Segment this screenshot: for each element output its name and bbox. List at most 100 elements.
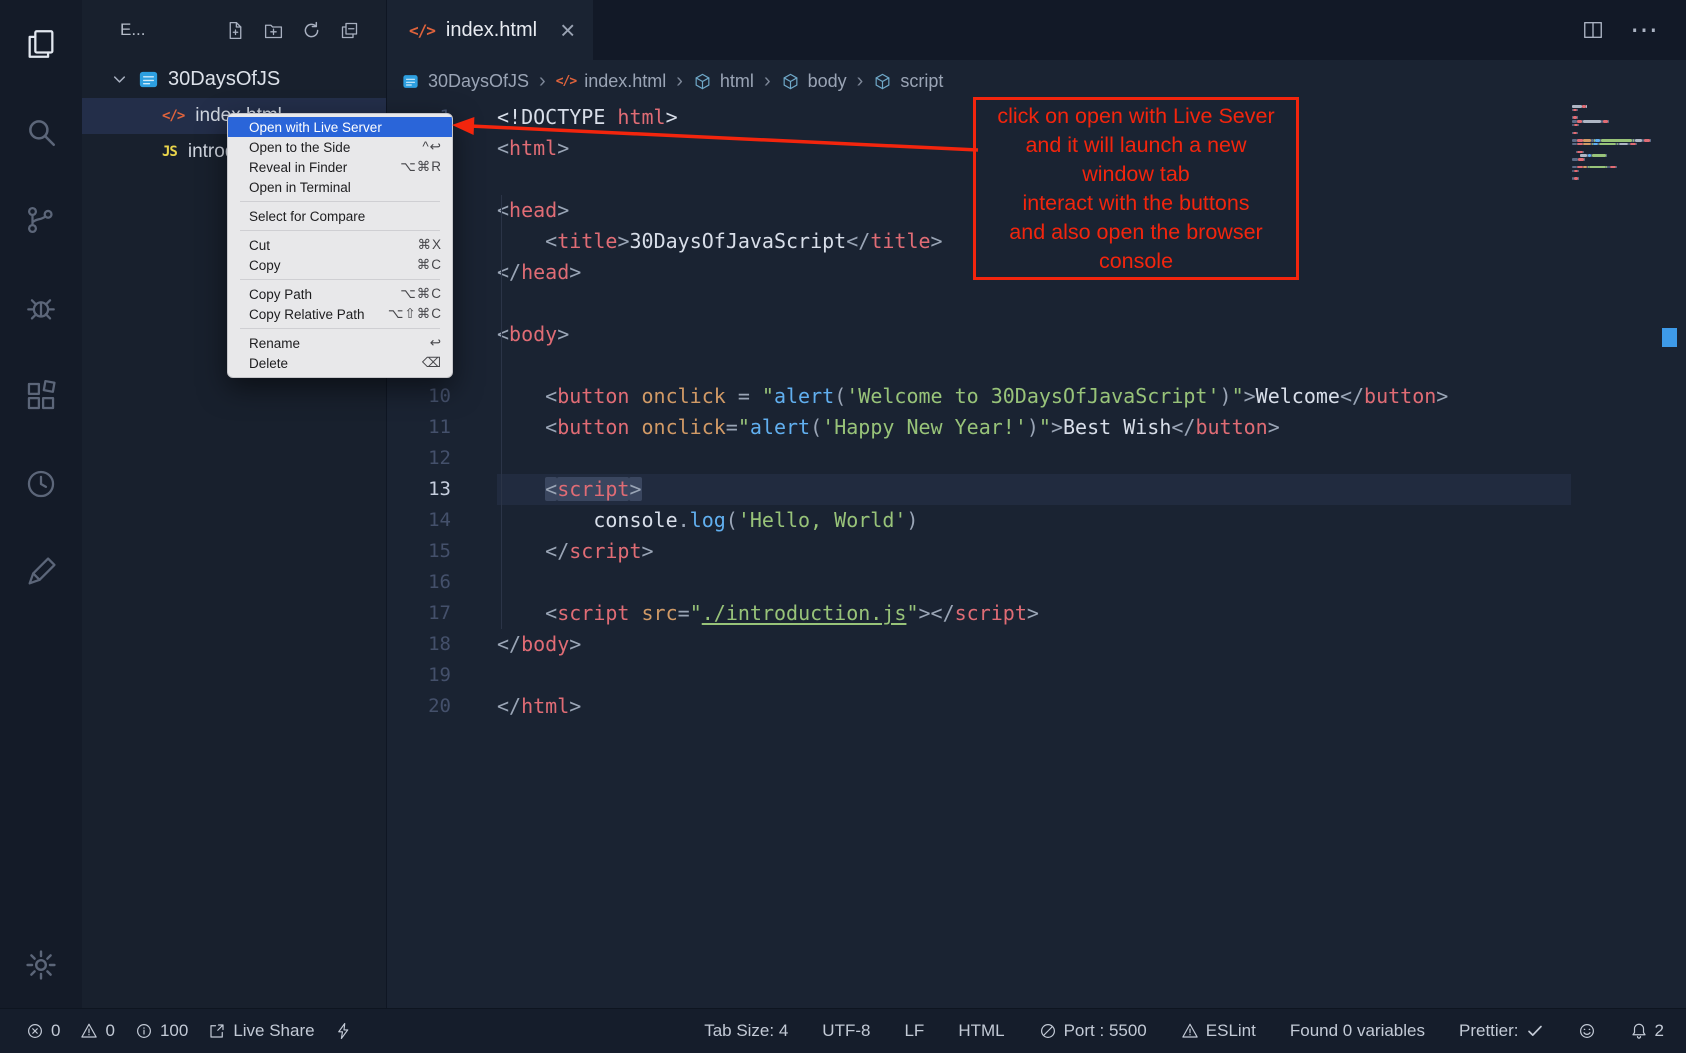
code-line-12 — [497, 443, 1571, 474]
activity-item-timeline[interactable] — [22, 465, 60, 503]
status-bar: 00 100 Live Share Tab Size: 4 UTF-8 LF HTML Po… — [0, 1008, 1686, 1053]
html-file-icon: </> — [409, 21, 435, 40]
code-line-19 — [497, 660, 1571, 691]
cube-icon — [693, 72, 712, 91]
tree-item-root-folder[interactable]: 30DaysOfJS — [82, 60, 386, 98]
activity-item-run-and-debug[interactable] — [22, 289, 60, 327]
menu-item-open-in-terminal[interactable]: Open in Terminal — [228, 177, 452, 197]
status-live-server-port[interactable]: Port : 5500 — [1039, 1021, 1147, 1041]
status-eol[interactable]: LF — [904, 1021, 924, 1041]
annotation-line: window tab — [1082, 160, 1190, 189]
code-line-10: <button onclick = "alert('Welcome to 30D… — [497, 381, 1571, 412]
status-encoding[interactable]: UTF-8 — [822, 1021, 870, 1041]
git-icon — [24, 203, 58, 237]
extensions-icon — [24, 379, 58, 413]
status-tab-size[interactable]: Tab Size: 4 — [704, 1021, 788, 1041]
more-actions-icon[interactable]: ⋯ — [1630, 16, 1658, 44]
activity-item-extensions[interactable] — [22, 377, 60, 415]
status-warnings[interactable]: 0 — [80, 1021, 114, 1041]
html-file-icon: </> — [556, 74, 576, 89]
menu-item-select-for-compare[interactable]: Select for Compare — [228, 206, 452, 226]
annotation-line: and also open the browser — [1009, 218, 1262, 247]
status-errors[interactable]: 0 — [26, 1021, 60, 1041]
activity-item-search[interactable] — [22, 113, 60, 151]
status-label: 100 — [160, 1021, 188, 1041]
line-number: 13 — [387, 474, 451, 505]
menu-item-copy-path[interactable]: Copy Path⌥⌘C — [228, 284, 452, 304]
menu-item-copy-relative-path[interactable]: Copy Relative Path⌥⇧⌘C — [228, 304, 452, 324]
menu-item-rename[interactable]: Rename↩ — [228, 333, 452, 353]
activity-item-settings[interactable] — [22, 946, 60, 984]
breadcrumb-body[interactable]: body — [781, 71, 847, 92]
menu-item-reveal-in-finder[interactable]: Reveal in Finder⌥⌘R — [228, 157, 452, 177]
breadcrumb-30DaysOfJS[interactable]: 30DaysOfJS — [401, 71, 529, 92]
menu-separator — [240, 201, 440, 202]
breadcrumb-separator: › — [762, 70, 773, 93]
menu-item-open-to-the-side[interactable]: Open to the Side^↩ — [228, 137, 452, 157]
activity-item-explorer[interactable] — [22, 25, 60, 63]
menu-item-open-with-live-server[interactable]: Open with Live Server — [228, 117, 452, 137]
collapse-all-icon[interactable] — [339, 20, 360, 41]
annotation-line: and it will launch a new — [1025, 131, 1246, 160]
tab-index-html[interactable]: </> index.html × — [387, 0, 593, 60]
explorer-actions — [225, 20, 360, 41]
code-line-14: console.log('Hello, World') — [497, 505, 1571, 536]
breadcrumb-label: 30DaysOfJS — [428, 71, 529, 92]
breadcrumb-html[interactable]: html — [693, 71, 754, 92]
status-feedback-smiley[interactable] — [1578, 1022, 1596, 1040]
breadcrumb-index.html[interactable]: </>index.html — [556, 71, 667, 92]
editor-actions: ⋯ — [1582, 0, 1686, 60]
status-label: ESLint — [1206, 1021, 1256, 1041]
status-variables-found[interactable]: Found 0 variables — [1290, 1021, 1425, 1041]
folder-box-icon — [401, 72, 420, 91]
line-number: 17 — [387, 598, 451, 629]
activity-item-source-control[interactable] — [22, 201, 60, 239]
line-number: 16 — [387, 567, 451, 598]
tab-label: index.html — [446, 19, 537, 42]
status-label: UTF-8 — [822, 1021, 870, 1041]
minimap[interactable] — [1572, 105, 1664, 181]
status-bar-left: 00 100 Live Share — [26, 1021, 353, 1041]
line-number: 18 — [387, 629, 451, 660]
scrollbar-marker — [1662, 328, 1677, 347]
menu-item-cut[interactable]: Cut⌘X — [228, 235, 452, 255]
status-notifications[interactable]: 2 — [1630, 1021, 1664, 1041]
status-bolt[interactable] — [335, 1022, 353, 1040]
code-line-11: <button onclick="alert('Happy New Year!'… — [497, 412, 1571, 443]
tab-close-icon[interactable]: × — [560, 17, 575, 43]
breadcrumb-label: body — [808, 71, 847, 92]
status-label: Port : 5500 — [1064, 1021, 1147, 1041]
code-line-15: </script> — [497, 536, 1571, 567]
status-label: 2 — [1655, 1021, 1664, 1041]
new-file-icon[interactable] — [225, 20, 246, 41]
status-eslint[interactable]: ESLint — [1181, 1021, 1256, 1041]
status-language-mode[interactable]: HTML — [958, 1021, 1004, 1041]
code-line-16 — [497, 567, 1571, 598]
status-prettier[interactable]: Prettier: — [1459, 1021, 1544, 1041]
menu-item-delete[interactable]: Delete⌫ — [228, 353, 452, 373]
split-editor-icon[interactable] — [1582, 19, 1604, 41]
gear-icon — [24, 948, 58, 982]
menu-separator — [240, 230, 440, 231]
status-live-share[interactable]: Live Share — [208, 1021, 314, 1041]
refresh-icon[interactable] — [301, 20, 322, 41]
html-file-icon: </> — [162, 108, 184, 124]
code-line-7 — [497, 288, 1571, 319]
line-number: 15 — [387, 536, 451, 567]
code-line-9 — [497, 350, 1571, 381]
status-label: Tab Size: 4 — [704, 1021, 788, 1041]
menu-item-copy[interactable]: Copy⌘C — [228, 255, 452, 275]
js-file-icon: JS — [162, 144, 177, 160]
breadcrumb-script[interactable]: script — [873, 71, 943, 92]
annotation-box: click on open with Live Severand it will… — [973, 97, 1299, 280]
status-label: Live Share — [233, 1021, 314, 1041]
activity-bar-top — [22, 25, 60, 591]
activity-item-feedback[interactable] — [22, 553, 60, 591]
line-number: 11 — [387, 412, 451, 443]
chevron-down-icon — [110, 70, 129, 89]
new-folder-icon[interactable] — [263, 20, 284, 41]
code-line-20: </html> — [497, 691, 1571, 722]
line-number: 20 — [387, 691, 451, 722]
status-info[interactable]: 100 — [135, 1021, 188, 1041]
slash-circle-icon — [1039, 1022, 1057, 1040]
